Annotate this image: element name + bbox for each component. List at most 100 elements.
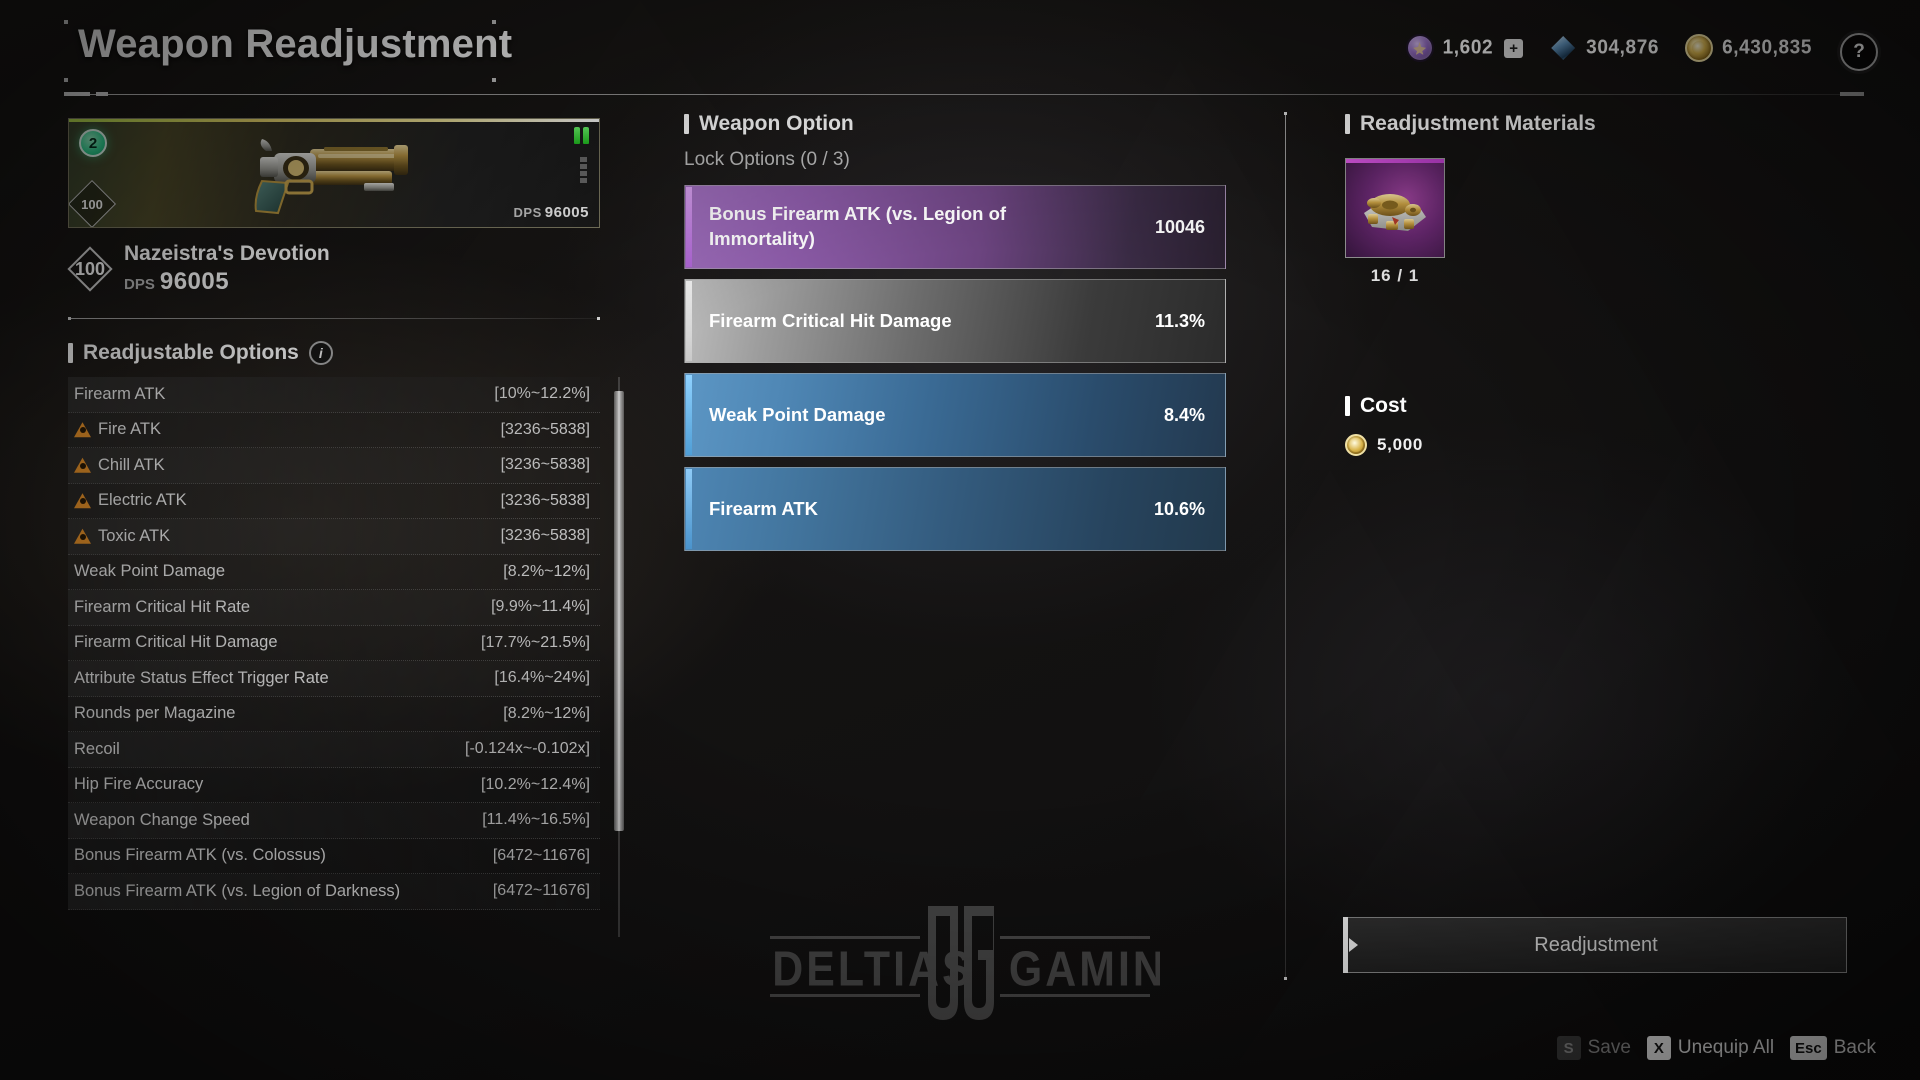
readjustable-options-list[interactable]: Firearm ATK [10%~12.2%] Fire ATK [3236~5838… [68, 377, 600, 937]
currency-gold[interactable]: 6,430,835 [1685, 34, 1812, 62]
weapon-option-card[interactable]: Weak Point Damage 8.4% [684, 373, 1226, 457]
option-row-left: Chill ATK [74, 456, 165, 475]
readjustment-button-label: Readjustment [1534, 933, 1658, 956]
currency-gem[interactable]: 304,876 [1549, 34, 1659, 62]
option-row-left: Firearm Critical Hit Damage [74, 633, 278, 652]
readjustable-option-row[interactable]: Bonus Firearm ATK (vs. Colossus) [6472~11… [68, 838, 600, 875]
option-name: Rounds per Magazine [74, 704, 236, 723]
option-row-left: Attribute Status Effect Trigger Rate [74, 669, 329, 688]
chevron-right-icon [1349, 938, 1358, 952]
caliber-add-button[interactable]: + [1504, 38, 1524, 58]
option-row-left: Hip Fire Accuracy [74, 775, 203, 794]
readjustable-options-header: Readjustable Options i [68, 341, 600, 366]
section-tick-icon [1345, 396, 1350, 416]
option-name: Weapon Change Speed [74, 810, 250, 829]
watermark-left-text: DELTIAS [772, 941, 973, 997]
material-rarity-bar [1346, 159, 1444, 163]
readjustable-option-row[interactable]: Weak Point Damage [8.2%~12%] [68, 554, 600, 591]
hint-unequip-all-label: Unequip All [1677, 1037, 1775, 1058]
right-panel: Readjustment Materials 16 / 1 Cost 5,000… [1343, 112, 1855, 973]
weapon-option-name: Firearm ATK [709, 497, 818, 519]
readjustable-option-row[interactable]: Attribute Status Effect Trigger Rate [16.… [68, 661, 600, 697]
option-card-accent-edge [686, 281, 692, 361]
section-tick-icon [1345, 114, 1350, 134]
weapon-tier-badge: 2 [79, 129, 107, 157]
hint-back-label: Back [1833, 1037, 1876, 1058]
left-panel: 2 100 DPS 96005 100 Nazeistra's Devotion… [67, 118, 624, 938]
readjustment-button[interactable]: Readjustment [1343, 917, 1847, 973]
weapon-dps-value: 96005 [159, 268, 230, 296]
weapon-level-badge: 100 [67, 246, 113, 292]
option-range: [9.9%~11.4%] [491, 598, 590, 616]
button-handle [1343, 917, 1348, 973]
gold-icon [1345, 434, 1367, 456]
weapon-preview-card[interactable]: 2 100 DPS 96005 [68, 118, 600, 228]
warning-triangle-icon [74, 457, 91, 473]
option-row-left: Bonus Firearm ATK (vs. Legion of Darknes… [74, 882, 400, 901]
readjustable-option-row[interactable]: Firearm Critical Hit Rate [9.9%~11.4%] [68, 590, 600, 626]
readjustable-option-row[interactable]: Chill ATK [3236~5838] [68, 448, 600, 484]
readjustable-option-row[interactable]: Weapon Change Speed [11.4%~16.5%] [68, 803, 600, 839]
readjustable-option-row[interactable]: Firearm ATK [10%~12.2%] [68, 377, 600, 413]
hint-back[interactable]: Esc Back [1790, 1036, 1876, 1060]
readjustable-option-row[interactable]: Recoil [-0.124x~-0.102x] [68, 732, 600, 768]
weapon-card-dps-value: 96005 [544, 204, 589, 221]
option-row-left: Fire ATK [74, 420, 161, 439]
readjustable-option-row[interactable]: Hip Fire Accuracy [10.2%~12.4%] [68, 767, 600, 804]
weapon-readjustment-screen: Weapon Readjustment 1,602 + 304,876 6,43… [0, 0, 1920, 1080]
option-name: Firearm Critical Hit Damage [74, 633, 278, 652]
gold-icon [1685, 34, 1714, 62]
weapon-option-value: 10046 [1154, 216, 1205, 237]
readjustable-option-row[interactable]: Rounds per Magazine [8.2%~12%] [68, 696, 600, 733]
option-card-accent-edge [686, 469, 692, 549]
option-row-left: Toxic ATK [74, 527, 170, 546]
info-icon[interactable]: i [308, 341, 333, 366]
option-range: [17.7%~21.5%] [481, 633, 590, 651]
option-row-left: Rounds per Magazine [74, 704, 235, 723]
weapon-option-name: Firearm Critical Hit Damage [709, 309, 952, 331]
weapon-option-panel: Weapon Option Lock Options (0 / 3) Bonus… [684, 112, 1229, 551]
currency-caliber[interactable]: 1,602 + [1405, 34, 1524, 62]
material-icon-box[interactable] [1345, 158, 1445, 258]
weapon-option-card[interactable]: Bonus Firearm ATK (vs. Legion of Immorta… [684, 185, 1226, 269]
hint-unequip-all[interactable]: X Unequip All [1646, 1036, 1775, 1060]
option-name: Chill ATK [98, 455, 165, 474]
option-row-left: Electric ATK [74, 491, 187, 510]
title-divider-end [1840, 92, 1864, 96]
option-name: Recoil [74, 739, 120, 758]
watermark-right-text: GAMING [1009, 941, 1160, 997]
weapon-option-card[interactable]: Firearm Critical Hit Damage 11.3% [684, 279, 1226, 363]
weapon-card-dps: DPS 96005 [514, 204, 589, 221]
option-range: [10%~12.2%] [494, 385, 590, 403]
options-scrollbar[interactable] [614, 377, 624, 938]
keyboard-hints: S Save X Unequip All Esc Back [1556, 1036, 1876, 1060]
currency-bar: 1,602 + 304,876 6,430,835 [1405, 34, 1812, 62]
weapon-option-card[interactable]: Firearm ATK 10.6% [684, 467, 1226, 551]
help-button[interactable]: ? [1840, 33, 1878, 71]
option-range: [3236~5838] [500, 456, 590, 474]
weapon-option-name: Bonus Firearm ATK (vs. Legion of Immorta… [709, 203, 1007, 249]
readjustable-option-row[interactable]: Fire ATK [3236~5838] [68, 412, 600, 449]
readjustable-option-row[interactable]: Bonus Firearm ATK (vs. Legion of Darknes… [68, 874, 600, 910]
scrollbar-thumb[interactable] [614, 391, 624, 832]
key-x: X [1646, 1036, 1671, 1060]
warning-triangle-icon [74, 528, 91, 544]
weapon-option-title: Weapon Option [699, 112, 854, 135]
watermark-logo: DELTIAS GAMING [770, 906, 1160, 1020]
hint-save: S Save [1556, 1036, 1631, 1060]
option-row-left: Firearm Critical Hit Rate [74, 598, 250, 617]
material-slot[interactable]: 16 / 1 [1345, 158, 1445, 286]
readjustable-option-row[interactable]: Electric ATK [3236~5838] [68, 483, 600, 520]
gold-value: 6,430,835 [1722, 36, 1812, 59]
page-title: Weapon Readjustment [78, 22, 513, 66]
readjustable-options-title: Readjustable Options [83, 341, 299, 365]
readjustable-option-row[interactable]: Toxic ATK [3236~5838] [68, 519, 600, 555]
cost-row: 5,000 [1345, 434, 1855, 456]
title-divider-cap-2 [96, 92, 108, 96]
weapon-option-name: Weak Point Damage [709, 403, 886, 425]
readjustable-option-row[interactable]: Firearm Critical Hit Damage [17.7%~21.5%] [68, 625, 600, 662]
weapon-dps-label: DPS [124, 276, 155, 294]
option-range: [6472~11676] [492, 846, 590, 864]
option-range: [-0.124x~-0.102x] [465, 740, 590, 758]
weapon-image [254, 139, 408, 215]
